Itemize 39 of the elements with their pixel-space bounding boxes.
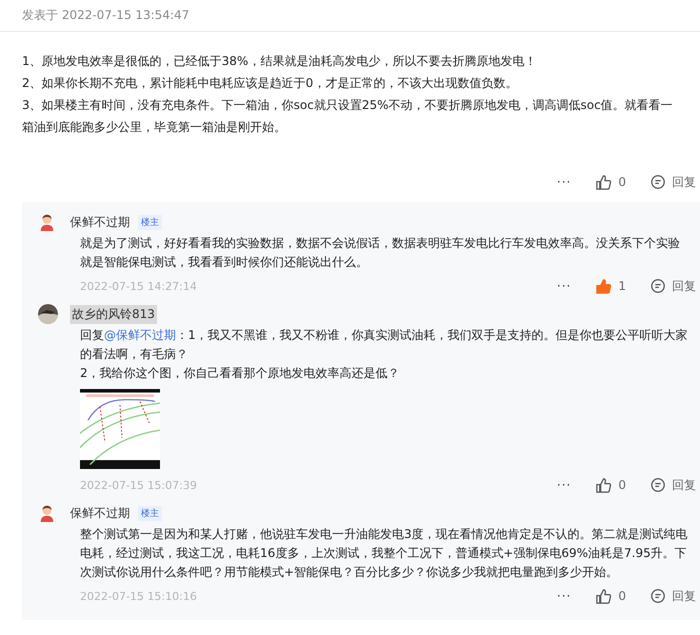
reply-icon[interactable] [650,174,666,190]
comment-text: 就是为了测试，好好看看我的实验数据，数据不会说假话，数据表明驻车发电比行车发电效率高。没关系下个实验就是智能保电测试，我看看到时候你们还能说出什么。 [80,235,681,271]
like-icon[interactable] [595,588,612,604]
reply-icon[interactable] [650,477,666,493]
avatar[interactable] [38,212,56,232]
reply-button[interactable]: 回复 [672,476,696,494]
mention-link[interactable]: @保鲜不过期 [104,328,176,342]
comment-text: 整个测试第一是因为和某人打赌，他说驻车发电一升油能发电3度，现在看情况他肯定是不认的。第二就是测试纯电电耗，经过测试，我这工况，电耗16度多，上次测试，我整个工况下，普通模式+强制保电69%油耗是7.95升。下次测试你说用什么条件吧？用节能模式+智能保电？百分比多少？你说多少我就把电量跑到多少开始。 [80,526,688,581]
comment-time: 2022-07-15 14:27:14 [79,280,197,292]
reply-button[interactable]: 回复 [672,174,696,190]
comment-text: 2，我给你这个图，你自己看看那个原地发电效率高还是低？ [80,365,401,382]
more-button[interactable]: ··· [556,175,572,189]
like-count: 0 [618,478,626,492]
avatar[interactable] [38,304,58,324]
post-paragraph: 1、原地发电效率是很低的，已经低于38%，结果就是油耗高发电少，所以不要去折腾原地发电！ [22,53,538,70]
comment-time: 2022-07-15 15:07:39 [79,478,197,492]
comment-text: 回复@保鲜不过期：1，我又不黑谁，我又不粉谁，你真实测试油耗，我们双手是支持的。但是你也要公平听听大家的看法啊，有毛病？ [80,327,688,363]
like-icon[interactable] [595,476,612,494]
op-badge: 楼主 [138,214,162,230]
like-count: 1 [618,279,626,293]
more-button[interactable]: ··· [556,279,572,293]
author-name[interactable]: 保鲜不过期 [68,504,132,522]
post-paragraph: 2、如果你长期不充电，累计能耗中电耗应该是趋近于0，才是正常的，不该大出现数值负数。 [22,75,518,92]
more-button[interactable]: ··· [556,478,572,492]
author-name[interactable]: 故乡的风铃813 [70,304,157,324]
op-badge: 楼主 [138,506,162,520]
reply-icon[interactable] [650,278,666,294]
reply-button[interactable]: 回复 [672,588,696,604]
more-button[interactable]: ··· [556,589,572,603]
author-name[interactable]: 保鲜不过期 [68,212,132,232]
like-count: 0 [618,175,626,189]
post-time: 发表于 2022-07-15 13:54:47 [22,7,190,24]
like-icon[interactable] [595,174,612,190]
reply-icon[interactable] [650,588,666,604]
avatar[interactable] [38,503,56,523]
post-paragraph: 3、如果楼主有时间，没有充电条件。下一箱油，你soc就只设置25%不动，不要折腾原地发电，调高调低soc值。就看看一箱油到底能跑多少公里，毕竟第一箱油是刚开始。 [22,97,674,136]
reply-button[interactable]: 回复 [672,278,696,294]
like-count: 0 [618,589,626,603]
comment-time: 2022-07-15 15:10:16 [79,590,197,602]
